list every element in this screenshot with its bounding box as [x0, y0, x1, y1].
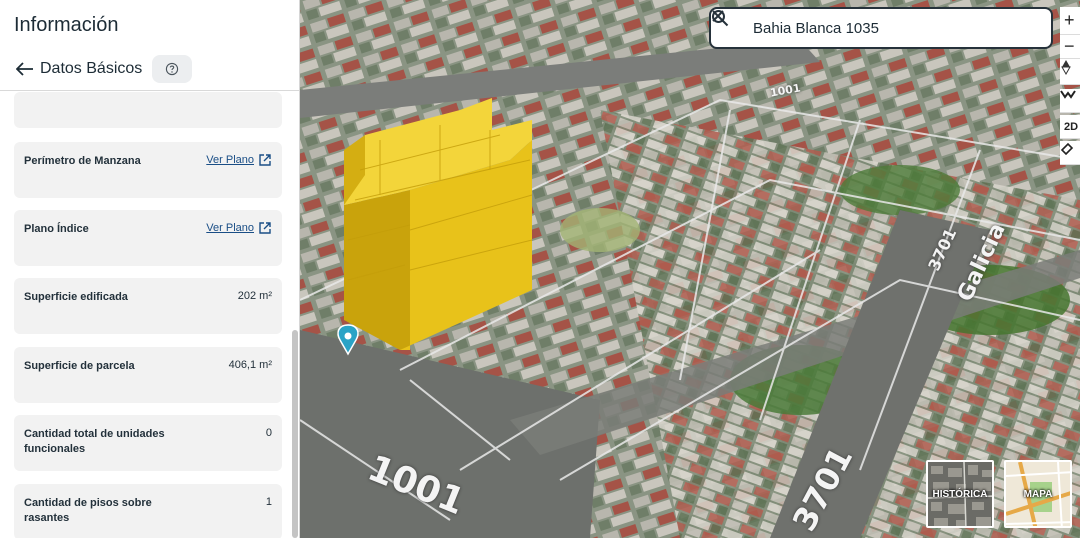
section-header: Datos Básicos: [14, 54, 193, 84]
link-label: Ver Plano: [206, 222, 254, 234]
panel-scrollbar[interactable]: [292, 330, 298, 538]
map-imagery: [300, 0, 1080, 538]
external-link-icon: [259, 154, 271, 166]
panel-title: Información: [14, 14, 119, 36]
basemap-label: HISTÓRICA: [932, 489, 988, 500]
card-value: 406,1 m²: [228, 359, 272, 371]
info-card-plano-indice: Plano Índice Ver Plano: [14, 210, 282, 266]
toggle-2d-button[interactable]: 2D: [1060, 115, 1080, 139]
section-title: Datos Básicos: [40, 60, 143, 77]
zoom-in-button[interactable]: +: [1060, 7, 1080, 35]
card-label: Perímetro de Manzana: [24, 155, 141, 167]
compass-button[interactable]: [1060, 59, 1080, 85]
header-divider: [0, 90, 299, 91]
map-3d-view[interactable]: 1001 3701 Galicia 1001 3701 Bahia Blanca…: [300, 0, 1080, 538]
info-card-partial: [14, 92, 282, 128]
card-value: 1: [265, 496, 272, 508]
eraser-icon: [1060, 142, 1074, 155]
card-label: Cantidad total de unidades funcionales: [24, 428, 165, 455]
draw-tool-button[interactable]: [1060, 141, 1080, 165]
card-label: Plano Índice: [24, 223, 89, 235]
external-link-icon: [259, 222, 271, 234]
ver-plano-link[interactable]: Ver Plano: [206, 153, 272, 167]
card-label: Superficie de parcela: [24, 360, 135, 372]
card-label: Cantidad de pisos sobre rasantes: [24, 497, 152, 524]
tilt-button[interactable]: [1060, 89, 1080, 113]
help-button[interactable]: [152, 55, 193, 83]
card-value: 202 m²: [237, 290, 272, 302]
basemap-mapa-button[interactable]: MAPA: [1004, 460, 1072, 528]
info-card-superficie-edificada: Superficie edificada 202 m²: [14, 278, 282, 334]
info-card-unidades-funcionales: Cantidad total de unidades funcionales 0: [14, 415, 282, 471]
basemap-historica-button[interactable]: HISTÓRICA: [926, 460, 994, 528]
card-value: 0: [265, 427, 272, 439]
info-card-perimetro: Perímetro de Manzana Ver Plano: [14, 142, 282, 198]
close-icon[interactable]: [711, 9, 725, 23]
info-card-superficie-parcela: Superficie de parcela 406,1 m²: [14, 347, 282, 403]
address-search-box[interactable]: Bahia Blanca 1035: [709, 7, 1053, 49]
zoom-out-button[interactable]: −: [1060, 35, 1080, 59]
back-arrow-icon[interactable]: [14, 58, 36, 80]
link-label: Ver Plano: [206, 154, 254, 166]
info-panel: Información Datos Básicos Perímetro de M…: [0, 0, 300, 538]
basemap-label: MAPA: [1023, 489, 1053, 500]
question-circle-icon: [166, 62, 179, 76]
ver-plano-link[interactable]: Ver Plano: [206, 221, 272, 235]
search-input[interactable]: Bahia Blanca 1035: [753, 20, 879, 37]
card-label: Superficie edificada: [24, 291, 128, 303]
tilt-icon: [1060, 90, 1076, 99]
compass-icon: [1061, 60, 1071, 75]
info-card-pisos-rasantes: Cantidad de pisos sobre rasantes 1: [14, 484, 282, 538]
